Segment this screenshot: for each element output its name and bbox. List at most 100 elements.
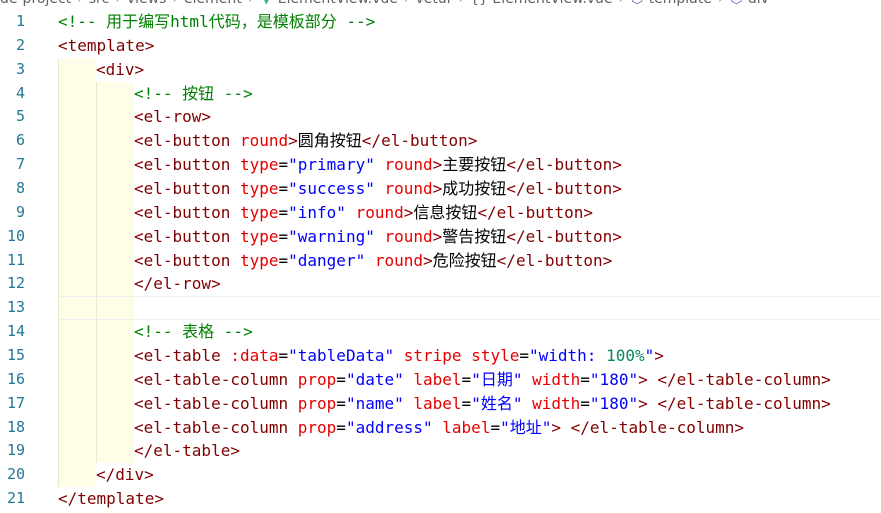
code-token-text: = xyxy=(278,202,289,222)
code-content[interactable]: </el-table> xyxy=(58,439,881,463)
code-line[interactable]: 8 <el-button type="success" round>成功按钮</e… xyxy=(0,177,881,201)
code-content[interactable]: <el-button round>圆角按钮</el-button> xyxy=(58,129,881,153)
code-line[interactable]: 16 <el-table-column prop="date" label="日期… xyxy=(0,367,881,392)
code-content[interactable]: <el-table-column prop="name" label="姓名" … xyxy=(58,392,881,416)
code-content[interactable]: </el-row> xyxy=(58,272,881,296)
code-line[interactable]: 19 </el-table> xyxy=(0,439,881,464)
code-token-value: "warning" xyxy=(288,226,375,246)
line-number: 9 xyxy=(15,202,25,221)
code-token-value: "danger" xyxy=(288,250,366,270)
code-token-comment: <!-- 表格 --> xyxy=(134,322,253,342)
code-token-tag: <template> xyxy=(58,35,155,55)
code-line[interactable]: 2 <template> xyxy=(0,34,881,58)
code-content[interactable]: <div> xyxy=(58,58,881,82)
code-token-tag: > xyxy=(432,155,443,175)
code-token-tag: </el-table> xyxy=(134,441,240,461)
code-content[interactable]: </template> xyxy=(58,487,881,511)
code-line[interactable]: 4 <!-- 按钮 --> xyxy=(0,81,881,106)
code-editor[interactable]: 1 <!-- 用于编写html代码，是模板部分 --> 2 <template> 3 <d… xyxy=(0,10,881,511)
line-number: 12 xyxy=(6,274,25,293)
code-token-attr: round xyxy=(384,155,433,175)
code-line[interactable]: 5 <el-row> xyxy=(0,105,881,130)
line-number: 4 xyxy=(15,83,25,102)
code-content[interactable]: <el-button type="warning" round>警告按钮</el… xyxy=(58,225,881,249)
breadcrumb-item[interactable]: div xyxy=(748,0,769,7)
line-number: 7 xyxy=(15,155,25,174)
code-token-tag: <el-button xyxy=(134,250,240,270)
breadcrumb-separator-icon: › xyxy=(404,0,410,7)
code-content[interactable]: <el-button type="danger" round>危险按钮</el-… xyxy=(58,249,881,273)
code-token-attr: type xyxy=(239,179,279,199)
line-number: 14 xyxy=(6,322,25,341)
code-token-tag: <el-table-column xyxy=(134,369,298,389)
code-token-tag: <el-table xyxy=(134,346,231,366)
code-token-tag: </template> xyxy=(58,489,164,509)
code-content[interactable]: <el-button type="primary" round>主要按钮</el… xyxy=(58,153,881,177)
code-line[interactable]: 17 <el-table-column prop="name" label="姓名… xyxy=(0,391,881,416)
code-token-attr: width xyxy=(532,393,581,413)
breadcrumb-separator-icon: › xyxy=(115,0,121,7)
breadcrumb: de-project › src › views › element › ▼ ElementVi… xyxy=(0,0,881,8)
code-content[interactable]: <el-button type="info" round>信息按钮</el-bu… xyxy=(58,201,881,225)
code-line[interactable]: 6 <el-button round>圆角按钮</el-button> xyxy=(0,129,881,154)
code-line[interactable]: 14 <!-- 表格 --> xyxy=(0,320,881,345)
code-line[interactable]: 13 xyxy=(0,296,881,321)
breadcrumb-item[interactable]: element xyxy=(184,0,242,7)
code-token-tag: </el-button> xyxy=(477,202,593,222)
code-line[interactable]: 11 <el-button type="danger" round>危险按钮</e… xyxy=(0,248,881,273)
code-line[interactable]: 20 </div> xyxy=(0,463,881,488)
code-line[interactable]: 15 <el-table :data="tableData" stripe sty… xyxy=(0,344,881,368)
code-token-attr: round xyxy=(384,179,433,199)
cube-icon: ⬡ xyxy=(630,0,644,8)
code-token-tag: <el-button xyxy=(134,131,240,151)
line-number: 15 xyxy=(6,346,25,365)
breadcrumb-item[interactable]: de-project xyxy=(0,0,71,7)
code-line[interactable]: 12 </el-row> xyxy=(0,272,881,297)
code-token-tag: > </el-table-column> xyxy=(551,417,745,437)
code-token-tag: </el-button> xyxy=(496,250,613,270)
breadcrumb-item[interactable]: {} ElementView.vue xyxy=(470,0,612,7)
code-line[interactable]: 21 </template> xyxy=(0,487,881,511)
code-content[interactable]: <el-table :data="tableData" stripe style… xyxy=(58,344,881,368)
code-content[interactable]: <el-button type="success" round>成功按钮</el… xyxy=(58,177,881,201)
code-line[interactable]: 9 <el-button type="info" round>信息按钮</el-b… xyxy=(0,200,881,225)
code-content[interactable]: </div> xyxy=(58,463,881,487)
code-content[interactable]: <!-- 表格 --> xyxy=(58,320,881,344)
code-content[interactable]: <el-table-column prop="address" label="地… xyxy=(58,416,881,440)
code-content[interactable]: <!-- 用于编写html代码，是模板部分 --> xyxy=(58,10,881,34)
code-token-attr: :data xyxy=(230,346,279,366)
code-token-attr: width xyxy=(532,369,581,389)
code-token-tag: </el-button> xyxy=(506,155,622,175)
code-token-attr: type xyxy=(239,202,279,222)
code-content[interactable]: <!-- 按钮 --> xyxy=(58,82,881,106)
breadcrumb-item[interactable]: src xyxy=(89,0,109,7)
code-line[interactable]: 1 <!-- 用于编写html代码，是模板部分 --> xyxy=(0,10,881,34)
breadcrumb-item[interactable]: template xyxy=(649,0,712,7)
breadcrumb-item[interactable]: ElementView.vue xyxy=(278,0,398,7)
code-token-tag: <el-table-column xyxy=(134,417,298,437)
code-content[interactable]: <template> xyxy=(58,34,881,58)
code-line[interactable]: 7 <el-button type="primary" round>主要按钮</e… xyxy=(0,153,881,178)
line-number: 5 xyxy=(15,107,25,126)
code-line[interactable]: 18 <el-table-column prop="address" label=… xyxy=(0,415,881,440)
code-token-text: 成功按钮 xyxy=(442,179,507,199)
code-content[interactable]: <el-row> xyxy=(58,105,881,129)
code-token-text: = xyxy=(278,250,289,270)
code-token-attr: label xyxy=(413,369,462,389)
code-token-tag: > xyxy=(288,131,298,151)
code-token-value: "address" xyxy=(345,417,433,437)
breadcrumb-item[interactable]: views xyxy=(127,0,167,7)
code-line[interactable]: 3 <div> xyxy=(0,57,881,82)
code-token-text: = xyxy=(278,346,289,366)
code-content[interactable] xyxy=(58,296,881,321)
code-content[interactable]: <el-table-column prop="date" label="日期" … xyxy=(58,368,881,392)
breadcrumb-item[interactable]: vetur xyxy=(416,0,453,7)
cube-icon: ⬡ xyxy=(729,0,743,8)
code-token-attr: round xyxy=(384,226,433,246)
code-token-tag: </el-button> xyxy=(361,131,478,151)
code-line[interactable]: 10 <el-button type="warning" round>警告按钮</… xyxy=(0,224,881,249)
